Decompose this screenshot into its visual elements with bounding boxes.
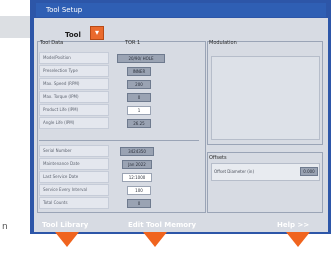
field-label-maintenance: Maintenance Date — [39, 158, 109, 170]
field-label-max-speed: Max. Speed (RPM) — [39, 78, 109, 90]
field-label-product-life: Product Life (IPM) — [39, 104, 109, 116]
field-label-max-torque: Max. Torque (IPM) — [39, 91, 109, 103]
field-value-maintenance[interactable]: Jan 2022 — [122, 160, 152, 169]
left-panel-strip — [0, 16, 30, 38]
down-arrow-icon — [286, 232, 310, 247]
field-value-max-torque[interactable]: 0 — [127, 93, 151, 102]
tool-library-button[interactable]: Tool Library — [42, 221, 88, 229]
field-value-angle-life[interactable]: 26.25 — [127, 119, 151, 128]
tool-select-button[interactable]: ▾ — [90, 26, 104, 40]
field-value-preselection[interactable]: INNER — [127, 67, 151, 76]
field-value-service-interval[interactable]: 100 — [127, 186, 151, 195]
offset-row-value[interactable]: 0.000 — [300, 167, 318, 176]
field-value-total-counts[interactable]: 0 — [127, 199, 151, 208]
field-label-mode: Mode/Position — [39, 52, 109, 64]
field-value-last-service[interactable]: 12:1000 — [122, 173, 152, 182]
window-title: Tool Setup — [46, 6, 83, 14]
tool-column-title: TOR 1 — [125, 40, 141, 46]
edge-text: n — [2, 222, 8, 232]
field-value-product-life[interactable]: 1 — [127, 106, 151, 115]
help-button[interactable]: Help >> — [277, 221, 309, 229]
edit-tool-memory-button[interactable]: Edit Tool Memory — [128, 221, 196, 229]
offsets-group — [207, 152, 323, 213]
tool-label: Tool — [65, 31, 81, 39]
field-label-total-counts: Total Counts — [39, 197, 109, 209]
down-arrow-icon — [143, 232, 167, 247]
tool-data-title: Tool Data — [40, 40, 64, 46]
offsets-title: Offsets — [209, 155, 227, 161]
field-value-serial[interactable]: 3424350 — [120, 147, 154, 156]
down-arrow-icon — [55, 232, 79, 247]
modulation-title: Modulation — [209, 40, 237, 46]
field-value-max-speed[interactable]: 200 — [127, 80, 151, 89]
offset-row-label: Offset Diameter (in) — [214, 169, 255, 174]
field-value-mode[interactable]: 20/90/ HOLE — [117, 54, 165, 63]
field-label-service-interval: Service Every Interval — [39, 184, 109, 196]
field-label-last-service: Last Service Date — [39, 171, 109, 183]
field-label-preselection: Preselection Type — [39, 65, 109, 77]
field-label-angle-life: Angle Life (IPM) — [39, 117, 109, 129]
tool-data-divider — [39, 140, 199, 141]
field-label-serial: Serial Number — [39, 145, 109, 157]
modulation-panel — [211, 56, 320, 140]
